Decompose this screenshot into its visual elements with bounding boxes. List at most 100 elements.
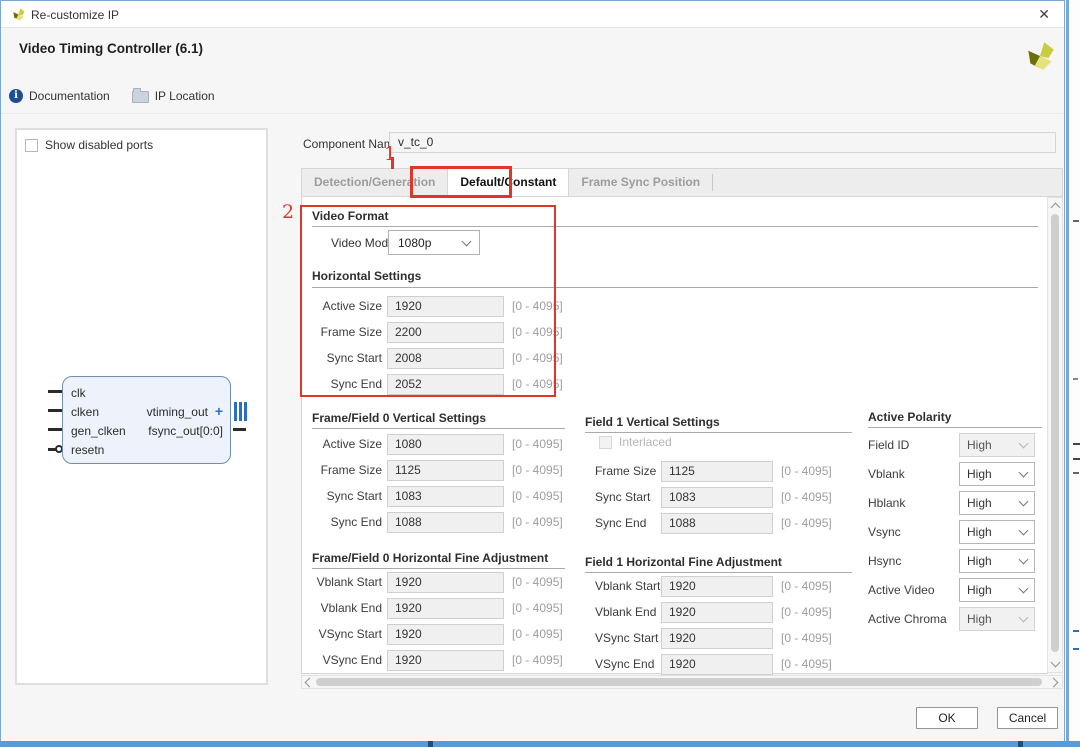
checkbox[interactable] <box>25 139 38 152</box>
active-polarity-title: Active Polarity <box>868 410 951 424</box>
field-label: Sync Start <box>585 490 661 504</box>
divider <box>312 428 565 429</box>
field-input: 1920 <box>387 598 504 619</box>
close-icon[interactable]: ✕ <box>1038 6 1050 23</box>
polarity-row: HsyncHigh <box>868 546 1035 575</box>
field-input: 1920 <box>387 650 504 671</box>
field-input: 1920 <box>661 628 773 649</box>
background-artifact <box>1073 458 1080 460</box>
field-input: 1083 <box>661 487 773 508</box>
folder-icon <box>132 91 149 103</box>
range-hint: [0 - 4095] <box>781 605 832 619</box>
documentation-link[interactable]: i Documentation <box>9 89 110 103</box>
recustomize-ip-dialog: Re-customize IP ✕ Video Timing Controlle… <box>0 0 1065 742</box>
bus-interface-icon <box>234 402 248 421</box>
field-label: Sync Start <box>312 489 382 503</box>
field-row: Vblank End1920[0 - 4095] <box>585 599 832 625</box>
chevron-down-icon <box>1019 496 1029 506</box>
port-stub-gen-clken <box>48 428 62 431</box>
tab-frame-sync-position[interactable]: Frame Sync Position <box>569 169 712 196</box>
expand-plus-icon[interactable]: + <box>215 403 223 419</box>
annotation-step1: 1 <box>384 143 396 165</box>
toolbar: i Documentation IP Location <box>9 89 215 103</box>
polarity-label: Active Chroma <box>868 612 952 626</box>
tab-divider <box>712 174 713 191</box>
polarity-select[interactable]: High <box>959 520 1035 544</box>
polarity-value: High <box>967 438 992 452</box>
field-input: 1125 <box>387 460 504 481</box>
ip-location-label: IP Location <box>155 89 215 103</box>
f1-vertical-title: Field 1 Vertical Settings <box>585 415 720 429</box>
polarity-value: High <box>967 496 992 510</box>
background-artifact <box>1073 630 1079 632</box>
field-label: Vblank Start <box>312 575 382 589</box>
chevron-down-icon <box>1019 554 1029 564</box>
range-hint: [0 - 4095] <box>781 464 832 478</box>
polarity-select[interactable]: High <box>959 549 1035 573</box>
polarity-label: Vsync <box>868 525 952 539</box>
window-title: Re-customize IP <box>31 8 119 22</box>
field-input: 1920 <box>661 654 773 675</box>
polarity-value: High <box>967 467 992 481</box>
polarity-select[interactable]: High <box>959 491 1035 515</box>
field-input: 1088 <box>387 512 504 533</box>
field-row: Frame Size1125[0 - 4095] <box>312 457 563 483</box>
field-label: Vblank End <box>585 605 661 619</box>
ip-symbol-panel: Show disabled ports clk clken gen_clken … <box>15 128 268 685</box>
active-polarity-rows: Field ID High Vblank High Hblank High Vsync Hig… <box>868 430 1035 633</box>
field-label: VSync End <box>312 653 382 667</box>
polarity-select[interactable]: High <box>959 578 1035 602</box>
interlaced-checkbox-row: Interlaced <box>599 435 672 449</box>
horizontal-scrollbar[interactable] <box>301 675 1063 689</box>
field-row: VSync End1920[0 - 4095] <box>585 651 832 677</box>
polarity-select: High <box>959 607 1035 631</box>
component-name-input[interactable]: v_tc_0 <box>389 132 1056 153</box>
polarity-label: Field ID <box>868 438 952 452</box>
field-label: VSync End <box>585 657 661 671</box>
field-input: 1920 <box>661 576 773 597</box>
field-input: 1125 <box>661 461 773 482</box>
info-icon: i <box>9 89 23 103</box>
ip-location-link[interactable]: IP Location <box>132 89 215 103</box>
background-artifact <box>428 741 433 747</box>
polarity-value: High <box>967 583 992 597</box>
field-row: VSync Start1920[0 - 4095] <box>585 625 832 651</box>
field-input: 1083 <box>387 486 504 507</box>
cancel-button[interactable]: Cancel <box>997 707 1058 729</box>
documentation-label: Documentation <box>29 89 110 103</box>
polarity-label: Active Video <box>868 583 952 597</box>
background-window-edge <box>1066 0 1080 741</box>
field-input: 1080 <box>387 434 504 455</box>
range-hint: [0 - 4095] <box>781 490 832 504</box>
show-disabled-ports[interactable]: Show disabled ports <box>25 138 153 152</box>
vertical-scrollbar[interactable] <box>1047 197 1063 673</box>
field-row: VSync Start1920[0 - 4095] <box>312 621 563 647</box>
port-stub-clken <box>48 409 62 412</box>
range-hint: [0 - 4095] <box>512 437 563 451</box>
polarity-select: High <box>959 433 1035 457</box>
vertical-scroll-thumb[interactable] <box>1051 214 1059 652</box>
scroll-up-icon[interactable] <box>1051 203 1061 213</box>
polarity-select[interactable]: High <box>959 462 1035 486</box>
field-input: 1088 <box>661 513 773 534</box>
background-artifact <box>1073 648 1079 650</box>
f0-fine-title: Frame/Field 0 Horizontal Fine Adjustment <box>312 551 548 565</box>
field-row: Sync End1088[0 - 4095] <box>585 510 832 536</box>
port-vtiming-out: vtiming_out <box>147 404 208 420</box>
range-hint: [0 - 4095] <box>781 579 832 593</box>
scroll-right-icon[interactable] <box>1049 678 1059 688</box>
polarity-row: Vsync High <box>868 517 1035 546</box>
polarity-row: Field ID High <box>868 430 1035 459</box>
ok-button[interactable]: OK <box>916 707 978 729</box>
background-artifact <box>1018 741 1023 747</box>
field-label: Sync End <box>312 515 382 529</box>
field-label: Vblank End <box>312 601 382 615</box>
polarity-label: Hblank <box>868 496 952 510</box>
polarity-label: Vblank <box>868 467 952 481</box>
port-gen-clken: gen_clken <box>71 423 126 439</box>
field-label: Sync End <box>585 516 661 530</box>
xilinx-logo <box>1023 39 1057 73</box>
scroll-down-icon[interactable] <box>1051 658 1061 668</box>
horizontal-scroll-thumb[interactable] <box>316 678 1042 686</box>
scroll-left-icon[interactable] <box>305 678 315 688</box>
